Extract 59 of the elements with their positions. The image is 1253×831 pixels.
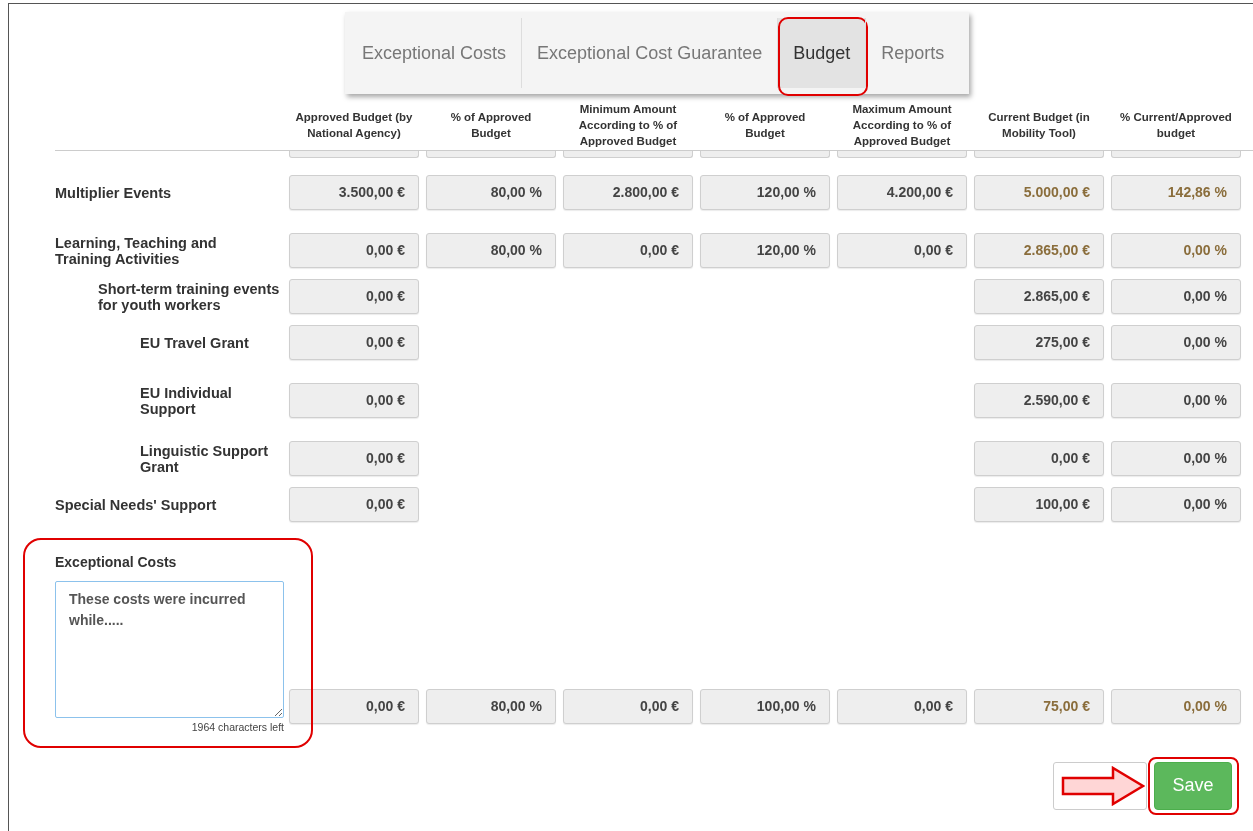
amount-field: 2.800,00 €	[563, 175, 693, 210]
amount-field: 80,00 %	[426, 175, 556, 210]
amount-field: 4.200,00 €	[837, 175, 967, 210]
column-header: Current Budget (in Mobility Tool)	[987, 110, 1091, 141]
row-label: Linguistic Support Grant	[140, 442, 270, 475]
character-counter: 1964 characters left	[191, 720, 284, 735]
section-label: Exceptional Costs	[55, 553, 178, 572]
amount-field: 2.865,00 €	[974, 233, 1104, 268]
amount-field: 100,00 €	[974, 487, 1104, 522]
amount-field: 100,00 %	[700, 688, 830, 724]
amount-field: 0,00 €	[289, 233, 419, 268]
column-header: Minimum Amount According to % of Approved Budget	[577, 102, 679, 149]
row-label: Learning, Teaching and Training Activities	[55, 234, 218, 267]
amount-field: 80,00 %	[426, 233, 556, 268]
amount-field: 2.590,00 €	[974, 383, 1104, 418]
amount-field: 0,00 %	[1111, 688, 1241, 724]
row-label: Special Needs' Support	[55, 496, 218, 513]
amount-field: 0,00 %	[1111, 233, 1241, 268]
column-header: % Current/Approved budget	[1119, 110, 1233, 141]
tab[interactable]: Budget	[778, 18, 866, 88]
amount-field: 0,00 %	[1111, 383, 1241, 418]
amount-field: 2.865,00 €	[974, 279, 1104, 314]
amount-field: 0,00 €	[837, 233, 967, 268]
amount-field: 80,00 %	[426, 688, 556, 724]
column-header: % of Approved Budget	[449, 110, 533, 141]
amount-field: 142,86 %	[1111, 175, 1241, 210]
amount-field: 75,00 €	[974, 688, 1104, 724]
row-label: Short-term training events for youth workers	[98, 280, 281, 313]
amount-field: 0,00 %	[1111, 279, 1241, 314]
amount-field: 5.000,00 €	[974, 175, 1104, 210]
text-area[interactable]: These costs were incurred while.....	[55, 581, 284, 718]
amount-field: 3.500,00 €	[289, 175, 419, 210]
save-button[interactable]: Save	[1154, 761, 1232, 810]
amount-field: 0,00 %	[1111, 487, 1241, 522]
amount-field: 0,00 €	[289, 441, 419, 476]
row-label: EU Travel Grant	[140, 334, 250, 351]
row-label: EU Individual Support	[140, 384, 233, 417]
amount-field: 0,00 €	[289, 383, 419, 418]
amount-field: 0,00 €	[563, 688, 693, 724]
column-header: Maximum Amount According to % of Approved Budget	[851, 102, 953, 149]
amount-field: 0,00 €	[974, 441, 1104, 476]
amount-field: 0,00 €	[563, 233, 693, 268]
tab[interactable]: Exceptional Cost Guarantee	[522, 18, 778, 88]
amount-field: 120,00 %	[700, 233, 830, 268]
amount-field: 0,00 €	[837, 688, 967, 724]
amount-field: 0,00 €	[289, 688, 419, 724]
amount-field: 0,00 %	[1111, 441, 1241, 476]
column-header: % of Approved Budget	[723, 110, 807, 141]
tab[interactable]: Reports	[866, 18, 960, 88]
row-label: Multiplier Events	[55, 184, 173, 201]
amount-field: 0,00 €	[289, 487, 419, 522]
tab[interactable]: Exceptional Costs	[347, 18, 522, 88]
amount-field: 0,00 %	[1111, 325, 1241, 360]
amount-field: 0,00 €	[289, 279, 419, 314]
amount-field: 120,00 %	[700, 175, 830, 210]
amount-field: 0,00 €	[289, 325, 419, 360]
column-header: Approved Budget (by National Agency)	[294, 110, 414, 141]
amount-field: 275,00 €	[974, 325, 1104, 360]
blank-button[interactable]	[1053, 761, 1147, 810]
